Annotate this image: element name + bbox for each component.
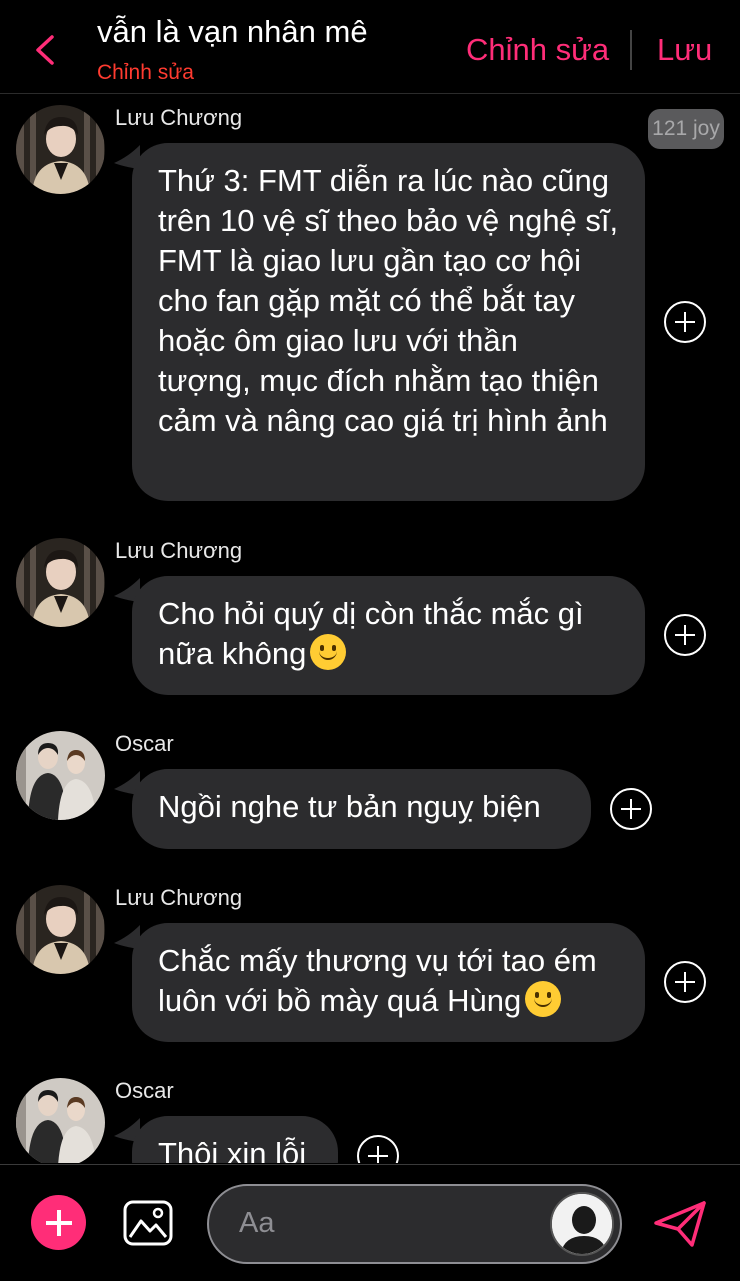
add-reaction-icon[interactable] xyxy=(610,788,652,830)
message-text: Cho hỏi quý dị còn thắc mắc gì nữa không xyxy=(158,596,584,671)
chat-header: vẫn là vạn nhân mê Chỉnh sửa Chỉnh sửa L… xyxy=(0,0,740,94)
input-placeholder: Aa xyxy=(239,1207,275,1239)
add-reaction-icon[interactable] xyxy=(664,961,706,1003)
message-text: Thôi xin lỗi xyxy=(158,1136,307,1163)
message-list[interactable]: Lưu Chương 121 joy Thứ 3: FMT diễn ra lú… xyxy=(0,95,740,1163)
message-bubble[interactable]: Ngồi nghe tư bản nguỵ biện xyxy=(132,769,591,849)
message-bubble[interactable]: Thôi xin lỗi xyxy=(132,1116,338,1163)
edit-button[interactable]: Chỉnh sửa xyxy=(466,32,609,68)
avatar[interactable] xyxy=(16,885,105,974)
add-reaction-icon[interactable] xyxy=(357,1135,399,1163)
sender-name: Oscar xyxy=(115,731,174,756)
avatar[interactable] xyxy=(16,538,105,627)
save-button[interactable]: Lưu xyxy=(657,32,712,68)
add-reaction-icon[interactable] xyxy=(664,301,706,343)
avatar[interactable] xyxy=(16,105,105,194)
message-bubble[interactable]: Thứ 3: FMT diễn ra lúc nào cũng trên 10 … xyxy=(132,143,645,501)
message-bubble[interactable]: Cho hỏi quý dị còn thắc mắc gì nữa không xyxy=(132,576,645,695)
avatar[interactable] xyxy=(16,731,105,820)
chat-subtitle[interactable]: Chỉnh sửa xyxy=(97,61,194,85)
chat-title: vẫn là vạn nhân mê xyxy=(97,14,368,49)
sender-name: Lưu Chương xyxy=(115,538,243,563)
plus-icon[interactable] xyxy=(31,1195,86,1250)
send-icon[interactable] xyxy=(652,1199,708,1249)
message-text: Thứ 3: FMT diễn ra lúc nào cũng trên 10 … xyxy=(158,163,619,438)
message-composer: Aa xyxy=(0,1164,740,1281)
slightly-smiling-face-emoji xyxy=(525,981,562,1017)
sender-name: Lưu Chương xyxy=(115,105,243,130)
sender-name: Oscar xyxy=(115,1078,174,1103)
message-text: Ngồi nghe tư bản nguỵ biện xyxy=(158,789,541,824)
joy-badge: 121 joy xyxy=(648,109,724,149)
header-divider xyxy=(630,30,632,70)
add-reaction-icon[interactable] xyxy=(664,614,706,656)
chevron-left-icon[interactable] xyxy=(30,33,60,67)
sender-name: Lưu Chương xyxy=(115,885,243,910)
image-icon[interactable] xyxy=(122,1199,174,1247)
avatar[interactable] xyxy=(550,1192,614,1256)
message-bubble[interactable]: Chắc mấy thương vụ tới tao ém luôn với b… xyxy=(132,923,645,1042)
message-input[interactable]: Aa xyxy=(207,1184,622,1264)
avatar[interactable] xyxy=(16,1078,105,1163)
slightly-smiling-face-emoji xyxy=(310,634,347,670)
